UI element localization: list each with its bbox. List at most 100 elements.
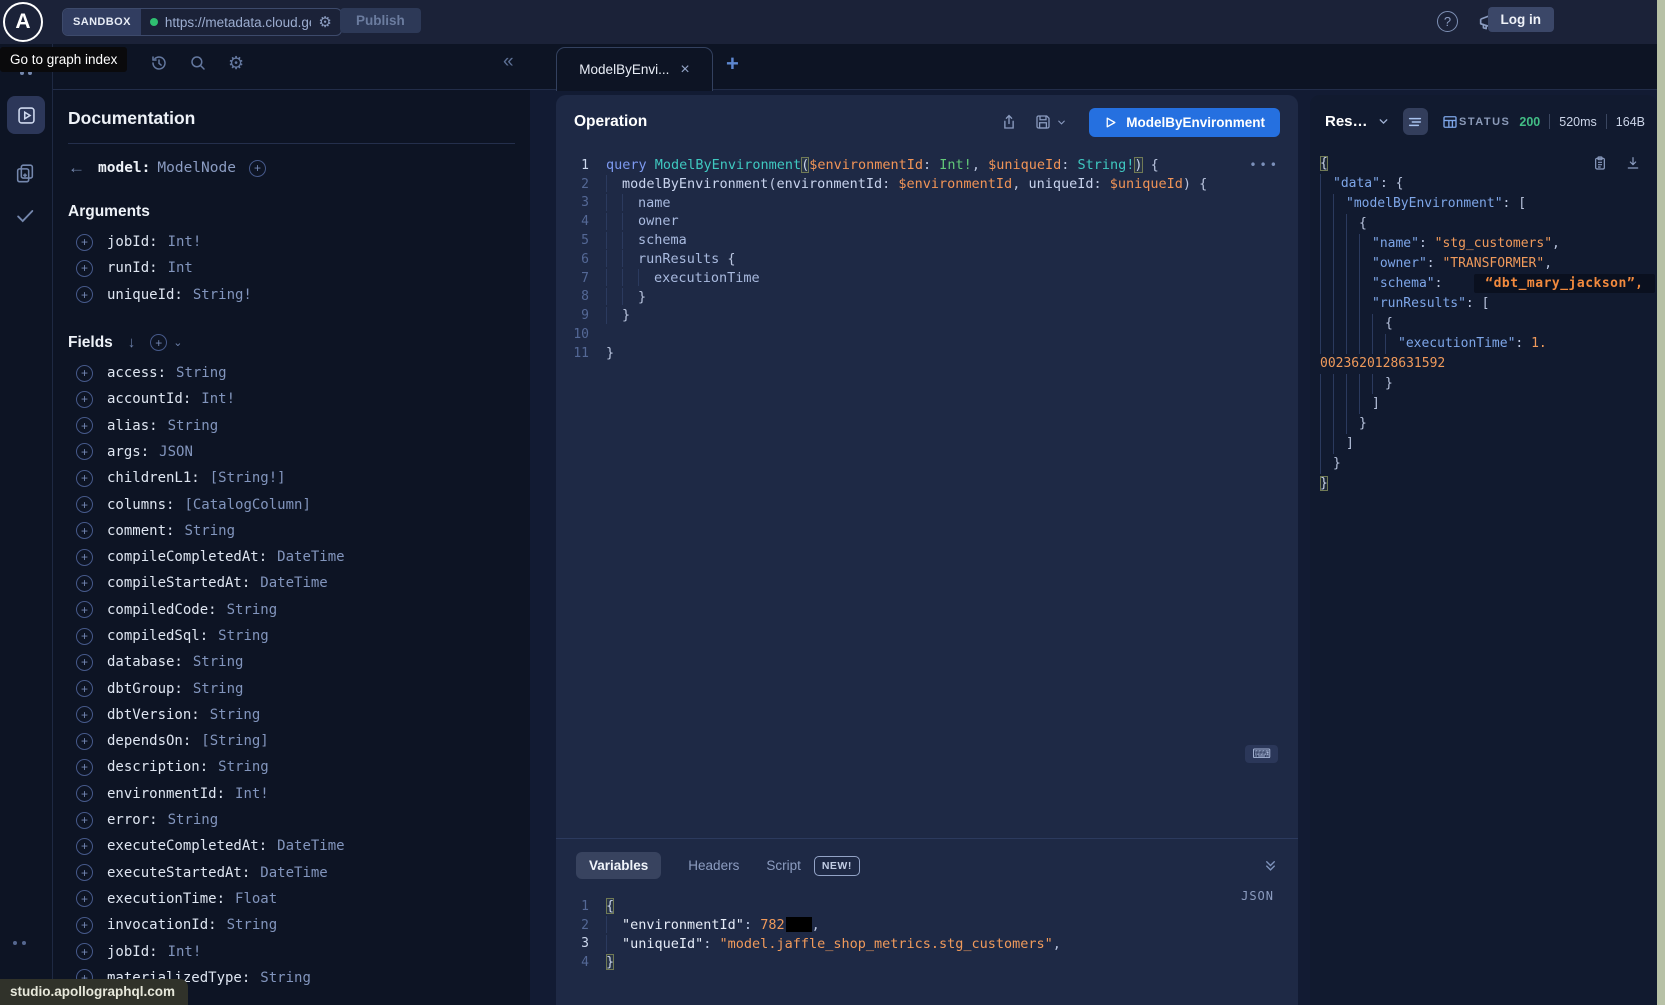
field-name[interactable]: dbtVersion: [107, 707, 200, 723]
code-line[interactable]: 2modelByEnvironment(environmentId: $envi… [556, 175, 1298, 194]
add-field-button[interactable] [76, 601, 93, 618]
field-type[interactable]: String [260, 970, 311, 986]
sort-fields-icon[interactable]: ↓ [128, 334, 136, 351]
add-field-button[interactable] [76, 417, 93, 434]
line-overflow-menu-icon[interactable]: ••• [1249, 158, 1280, 172]
field-name[interactable]: dbtGroup: [107, 681, 183, 697]
field-type[interactable]: [String] [201, 733, 268, 749]
field-name[interactable]: compiledCode: [107, 602, 217, 618]
code-line[interactable]: 4owner [556, 212, 1298, 231]
field-type[interactable]: Int! [168, 944, 202, 960]
field-name[interactable]: executionTime: [107, 891, 225, 907]
docs-type-value[interactable]: ModelNode [157, 160, 236, 176]
add-field-button[interactable] [76, 785, 93, 802]
copy-response-icon[interactable] [1592, 154, 1608, 172]
field-type[interactable]: DateTime [260, 575, 327, 591]
add-field-button[interactable] [76, 470, 93, 487]
new-tab-button[interactable]: + [726, 51, 739, 77]
field-type[interactable]: String [227, 917, 278, 933]
field-type[interactable]: Int [168, 260, 193, 276]
chevron-down-icon[interactable]: ⌄ [173, 336, 182, 349]
field-name[interactable]: executeCompletedAt: [107, 838, 267, 854]
code-line[interactable]: 7executionTime [556, 269, 1298, 288]
history-icon[interactable] [150, 54, 168, 72]
add-field-button[interactable] [76, 628, 93, 645]
add-field-button[interactable] [76, 759, 93, 776]
add-field-button[interactable] [76, 549, 93, 566]
help-icon[interactable]: ? [1437, 11, 1458, 32]
back-arrow-icon[interactable]: ← [68, 158, 85, 178]
field-name[interactable]: compiledSql: [107, 628, 208, 644]
code-line[interactable]: 10 [556, 325, 1298, 344]
field-type[interactable]: Int! [168, 234, 202, 250]
add-field-button[interactable] [76, 575, 93, 592]
code-line[interactable]: 5schema [556, 231, 1298, 250]
add-field-button[interactable] [76, 234, 93, 251]
code-line[interactable]: 3"uniqueId": "model.jaffle_shop_metrics.… [556, 935, 1298, 954]
publish-button[interactable]: Publish [340, 8, 421, 33]
add-field-button[interactable] [76, 286, 93, 303]
code-line[interactable]: 4} [556, 953, 1298, 972]
tab-headers[interactable]: Headers [688, 858, 739, 873]
code-line[interactable]: 6runResults { [556, 250, 1298, 269]
field-name[interactable]: executeStartedAt: [107, 865, 250, 881]
code-line[interactable]: 8} [556, 288, 1298, 307]
add-field-button[interactable] [76, 496, 93, 513]
collapse-variables-icon[interactable] [1263, 858, 1278, 873]
add-fields-button[interactable] [150, 334, 167, 351]
field-name[interactable]: accountId: [107, 391, 191, 407]
field-name[interactable]: childrenL1: [107, 470, 200, 486]
field-name[interactable]: args: [107, 444, 149, 460]
field-type[interactable]: String [168, 812, 219, 828]
add-field-button[interactable] [76, 260, 93, 277]
add-field-button[interactable] [76, 733, 93, 750]
field-type[interactable]: String [176, 365, 227, 381]
add-field-button[interactable] [76, 943, 93, 960]
add-field-button[interactable] [76, 391, 93, 408]
tab-variables[interactable]: Variables [576, 852, 661, 879]
field-name[interactable]: environmentId: [107, 786, 225, 802]
field-type[interactable]: String [218, 759, 269, 775]
search-icon[interactable] [189, 54, 207, 72]
field-name[interactable]: access: [107, 365, 166, 381]
response-dropdown-chevron-icon[interactable] [1377, 115, 1390, 128]
add-field-button[interactable] [76, 443, 93, 460]
field-type[interactable]: [String!] [210, 470, 286, 486]
add-field-button[interactable] [76, 864, 93, 881]
endpoint-url-input[interactable]: https://metadata.cloud.get ⚙ [141, 9, 341, 35]
operation-editor[interactable]: ••• 1query ModelByEnvironment($environme… [556, 156, 1298, 363]
field-type[interactable]: String [193, 654, 244, 670]
field-type[interactable]: [CatalogColumn] [184, 497, 310, 513]
sidebar-item-checks[interactable] [14, 205, 36, 227]
field-type[interactable]: String! [193, 287, 252, 303]
field-name[interactable]: description: [107, 759, 208, 775]
field-name[interactable]: compileStartedAt: [107, 575, 250, 591]
sidebar-item-operations[interactable] [7, 96, 45, 134]
settings-gear-icon[interactable]: ⚙ [228, 54, 244, 72]
field-name[interactable]: invocationId: [107, 917, 217, 933]
field-name[interactable]: dependsOn: [107, 733, 191, 749]
add-field-button[interactable] [76, 365, 93, 382]
share-icon[interactable] [1000, 113, 1018, 131]
field-name[interactable]: columns: [107, 497, 174, 513]
field-type[interactable]: Int! [201, 391, 235, 407]
field-name[interactable]: compileCompletedAt: [107, 549, 267, 565]
field-type[interactable]: Int! [235, 786, 269, 802]
field-name[interactable]: jobId: [107, 944, 158, 960]
add-field-button[interactable] [76, 838, 93, 855]
add-field-button[interactable] [76, 917, 93, 934]
collapse-panel-icon[interactable]: « [503, 51, 514, 73]
apollo-logo[interactable]: A [3, 2, 43, 42]
code-line[interactable]: 2"environmentId": 782, [556, 916, 1298, 935]
field-type[interactable]: Float [235, 891, 277, 907]
field-type[interactable]: DateTime [277, 838, 344, 854]
field-name[interactable]: alias: [107, 418, 158, 434]
field-type[interactable]: String [193, 681, 244, 697]
run-operation-button[interactable]: ModelByEnvironment [1089, 108, 1280, 137]
tree-view-toggle[interactable] [1403, 108, 1429, 135]
add-field-button[interactable] [76, 522, 93, 539]
field-type[interactable]: String [210, 707, 261, 723]
field-name[interactable]: jobId: [107, 234, 158, 250]
field-type[interactable]: String [184, 523, 235, 539]
field-type[interactable]: DateTime [260, 865, 327, 881]
